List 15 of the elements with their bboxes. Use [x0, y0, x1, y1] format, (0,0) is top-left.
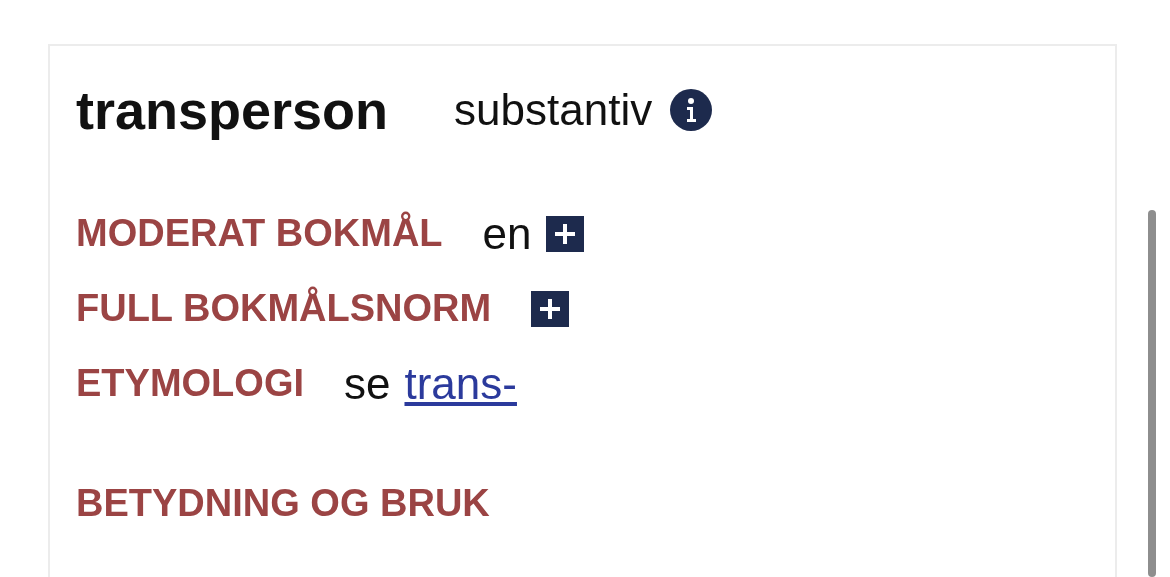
- section-heading: MODERAT BOKMÅL: [76, 212, 443, 255]
- expand-button[interactable]: [545, 215, 584, 252]
- section-heading: ETYMOLOGI: [76, 362, 304, 405]
- headword: transperson: [76, 79, 389, 141]
- section-heading: BETYDNING OG BRUK: [76, 482, 490, 525]
- section-heading: FULL BOKMÅLSNORM: [76, 287, 492, 330]
- info-icon[interactable]: [670, 89, 713, 131]
- plus-icon: [553, 222, 576, 245]
- etymology-text: se: [344, 358, 391, 409]
- etymology-link[interactable]: trans-: [404, 358, 517, 409]
- word-class: substantiv: [454, 85, 653, 135]
- scrollbar[interactable]: [1148, 210, 1156, 577]
- plus-icon: [539, 297, 562, 320]
- expand-button[interactable]: [531, 290, 570, 327]
- inflection-text: en: [482, 208, 532, 259]
